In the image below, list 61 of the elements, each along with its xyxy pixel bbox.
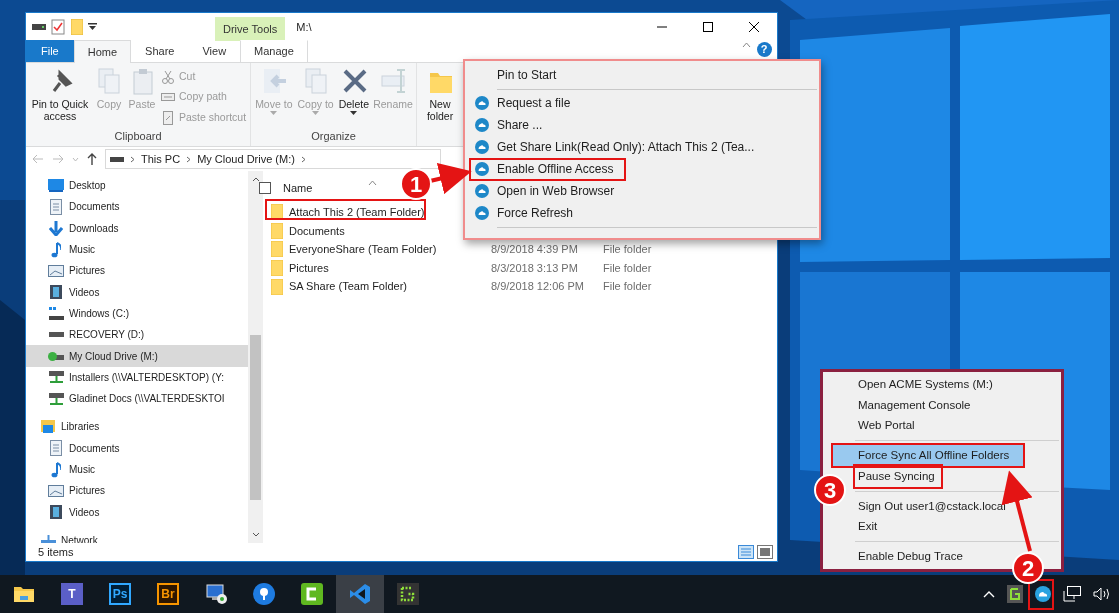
taskbar-button[interactable]: Ps	[96, 575, 144, 613]
navigation-item[interactable]: Desktop	[26, 175, 248, 197]
menu-item[interactable]: Share ...	[465, 114, 819, 136]
contextual-tab-group-label: Drive Tools	[215, 17, 286, 41]
ribbon-group-label: Clipboard	[113, 129, 163, 144]
menu-item[interactable]: Open ACME Systems (M:)	[855, 374, 999, 395]
status-text: 5 items	[38, 544, 74, 560]
menu-item[interactable]: Exit	[855, 516, 884, 538]
menu-item[interactable]: Open in Web Browser	[465, 180, 819, 202]
address-bar[interactable]: This PC My Cloud Drive (M:)	[105, 149, 441, 169]
ribbon-tab[interactable]: Home	[73, 40, 132, 63]
ribbon-tab[interactable]: File	[26, 40, 74, 62]
column-header[interactable]: Name	[283, 179, 313, 197]
file-date: 8/3/2018 3:13 PM	[491, 260, 579, 276]
menu-item[interactable]: Force Refresh	[465, 202, 819, 224]
menu-item[interactable]: Request a file	[465, 92, 819, 114]
file-type: File folder	[603, 242, 652, 258]
file-name[interactable]: Pictures	[289, 259, 485, 277]
navigation-item[interactable]: Videos	[26, 501, 248, 523]
ribbon-tab[interactable]: View	[188, 40, 241, 62]
navigation-item[interactable]: Pictures	[26, 260, 248, 282]
file-type: File folder	[603, 279, 652, 295]
file-date: 8/9/2018 4:39 PM	[491, 242, 579, 258]
taskbar-button[interactable]: T	[48, 575, 96, 613]
navigation-item[interactable]: Videos	[26, 281, 248, 303]
ribbon-group-label: Organize	[310, 129, 357, 144]
taskbar-button[interactable]: Br	[144, 575, 192, 613]
navigation-item[interactable]: Gladinet Docs (\\VALTERDESKTOI	[26, 387, 248, 410]
file-type: File folder	[603, 260, 652, 276]
navigation-item[interactable]: RECOVERY (D:)	[26, 324, 248, 346]
navigation-item[interactable]: Documents	[26, 196, 248, 218]
file-date: 8/9/2018 12:06 PM	[491, 279, 585, 295]
navigation-item[interactable]: Installers (\\VALTERDESKTOP) (Y:	[26, 366, 248, 388]
delete-button[interactable]: Delete	[336, 65, 372, 128]
menu-item[interactable]: Management Console	[855, 394, 977, 416]
pin-to-quick-access-button[interactable]: Pin to Quick access	[28, 65, 92, 128]
menu-item[interactable]: Enable Offline Access	[465, 158, 819, 180]
navigation-item[interactable]: Pictures	[26, 480, 248, 502]
navigation-item[interactable]: Downloads	[26, 217, 248, 239]
breadcrumb[interactable]: My Cloud Drive (M:)	[197, 150, 295, 168]
navigation-item[interactable]: Documents	[26, 437, 248, 459]
navigation-item[interactable]: My Cloud Drive (M:)	[26, 345, 248, 367]
menu-item[interactable]: Enable Debug Trace	[855, 546, 969, 567]
navigation-item[interactable]: Windows (C:)	[26, 302, 248, 325]
breadcrumb[interactable]: This PC	[141, 150, 181, 168]
menu-item[interactable]: Get Share Link(Read Only): Attach This 2 (Tea...	[465, 136, 819, 158]
menu-item[interactable]: Web Portal	[855, 415, 921, 437]
window-title: M:\	[296, 19, 312, 35]
menu-item[interactable]: Sign Out user1@cstack.local	[855, 495, 1012, 517]
help-button[interactable]: ?	[756, 42, 772, 57]
file-name[interactable]: EveryoneShare (Team Folder)	[289, 241, 485, 258]
ribbon-tab[interactable]: Manage	[240, 40, 308, 62]
ribbon-tab[interactable]: Share	[131, 40, 189, 62]
navigation-item[interactable]: Music	[26, 238, 248, 261]
menu-item[interactable]: Pin to Start	[465, 64, 819, 86]
new-folder-button[interactable]: New folder	[419, 65, 462, 146]
navigation-item[interactable]: Music	[26, 458, 248, 481]
menu-item[interactable]: Force Sync All Offline Folders	[833, 445, 1023, 466]
menu-item[interactable]: Pause Syncing	[855, 466, 941, 487]
file-name[interactable]: SA Share (Team Folder)	[289, 278, 485, 295]
navigation-item[interactable]: Libraries	[26, 416, 248, 438]
